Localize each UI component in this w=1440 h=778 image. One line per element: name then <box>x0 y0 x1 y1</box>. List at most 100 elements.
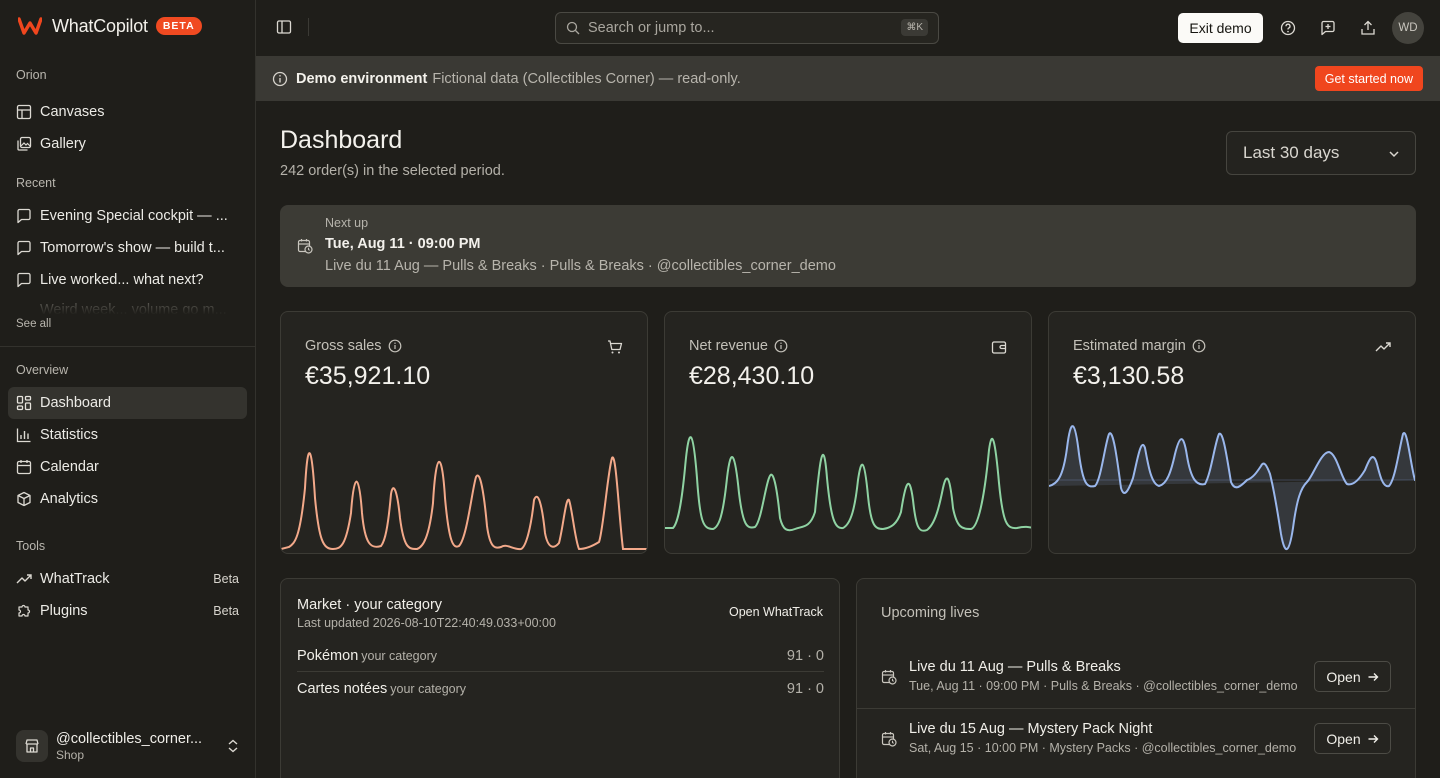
kpi-card-estimated-margin[interactable]: Estimated margin €3,130.58 <box>1048 311 1416 554</box>
account-role: Shop <box>56 747 85 762</box>
info-icon[interactable] <box>388 339 402 353</box>
kpi-label: Estimated margin <box>1073 338 1186 354</box>
feedback-icon[interactable] <box>1320 20 1336 36</box>
page-title: Dashboard <box>280 126 403 154</box>
recent-chat-item[interactable]: Evening Special cockpit — ... <box>8 200 247 232</box>
recent-chat-label: Weird week... volume go m... <box>40 302 227 316</box>
kpi-card-net-revenue[interactable]: Net revenue €28,430.10 <box>664 311 1032 554</box>
sidebar-item-label: Plugins <box>40 603 88 619</box>
sidebar: WhatCopilot BETA Orion Canvases Gallery … <box>0 0 256 778</box>
sidebar-item-label: Statistics <box>40 427 99 443</box>
banner-title: Demo environment <box>296 70 428 87</box>
sidebar-item-plugins[interactable]: Plugins Beta <box>8 595 247 627</box>
get-started-button[interactable]: Get started now <box>1314 66 1423 91</box>
sidebar-section-overview: Overview <box>16 363 69 377</box>
open-live-button[interactable]: Open <box>1314 661 1391 692</box>
recent-chat-label: Tomorrow's show — build t... <box>40 240 225 256</box>
market-row-name: Pokémon <box>297 648 359 664</box>
account-handle: @collectibles_corner... <box>56 730 203 747</box>
next-up-description: Live du 11 Aug — Pulls & Breaks · Pulls … <box>325 258 836 274</box>
sidebar-section-orion: Orion <box>16 68 47 82</box>
calendar-clock-icon <box>881 732 897 747</box>
user-avatar[interactable]: WD <box>1392 12 1424 44</box>
market-row-name: Cartes notées <box>297 681 388 697</box>
open-whattrack-link[interactable]: Open WhatTrack <box>729 605 823 619</box>
gallery-icon <box>17 136 32 151</box>
share-icon[interactable] <box>1360 20 1376 36</box>
banner-text: Fictional data (Collectibles Corner) — r… <box>432 70 741 87</box>
shop-avatar <box>16 730 48 762</box>
topbar-separator <box>308 18 309 36</box>
market-row-tag: your category <box>390 682 467 696</box>
page-subtitle: 242 order(s) in the selected period. <box>280 163 505 179</box>
sidebar-toggle-icon[interactable] <box>276 19 292 35</box>
chat-icon <box>17 208 31 224</box>
see-all-link[interactable]: See all <box>16 318 51 330</box>
kpi-value: €28,430.10 <box>689 362 815 390</box>
info-icon[interactable] <box>774 339 788 353</box>
next-up-card[interactable]: Next up Tue, Aug 11 · 09:00 PM Live du 1… <box>280 205 1416 287</box>
recent-chat-label: Live worked... what next? <box>40 272 204 288</box>
beta-label: Beta <box>213 572 239 586</box>
brand-name: WhatCopilot <box>52 15 148 36</box>
sidebar-item-label: Dashboard <box>40 395 111 411</box>
sidebar-item-analytics[interactable]: Analytics <box>8 483 247 515</box>
next-up-datetime: Tue, Aug 11 · 09:00 PM <box>325 236 481 252</box>
live-title: Live du 11 Aug — Pulls & Breaks <box>909 659 1121 675</box>
period-value: Last 30 days <box>1243 143 1340 162</box>
puzzle-icon <box>18 604 31 617</box>
sidebar-item-label: Calendar <box>40 459 99 475</box>
market-updated: Last updated 2026-08-10T22:40:49.033+00:… <box>297 616 556 630</box>
demo-banner: Demo environment Fictional data (Collect… <box>256 56 1440 101</box>
sidebar-item-label: WhatTrack <box>40 571 110 587</box>
search-shortcut: ⌘K <box>901 19 928 36</box>
kpi-label: Gross sales <box>305 338 382 354</box>
calendar-clock-icon <box>881 670 897 685</box>
account-switcher[interactable]: @collectibles_corner... Shop <box>16 729 246 763</box>
kpi-card-gross-sales[interactable]: Gross sales €35,921.10 <box>280 311 648 554</box>
arrow-right-icon <box>1368 734 1379 743</box>
info-icon <box>272 71 288 86</box>
beta-label: Beta <box>213 604 239 618</box>
sidebar-item-calendar[interactable]: Calendar <box>8 451 247 483</box>
search-icon <box>566 21 580 35</box>
logo-icon <box>18 17 42 35</box>
open-live-button[interactable]: Open <box>1314 723 1391 754</box>
sidebar-item-whattrack[interactable]: WhatTrack Beta <box>8 563 247 595</box>
next-up-label: Next up <box>325 216 369 230</box>
upcoming-title: Upcoming lives <box>881 605 980 621</box>
chat-icon <box>17 272 31 288</box>
table-icon <box>16 104 32 120</box>
help-icon[interactable] <box>1280 20 1296 36</box>
market-card: Market · your category Last updated 2026… <box>280 578 840 778</box>
market-row[interactable]: Pokémon your category 91 · 0 <box>297 640 824 672</box>
sidebar-item-statistics[interactable]: Statistics <box>8 419 247 451</box>
sidebar-item-gallery[interactable]: Gallery <box>8 128 247 160</box>
search-input[interactable]: Search or jump to... ⌘K <box>555 12 939 44</box>
brand[interactable]: WhatCopilot BETA <box>18 14 202 38</box>
calendar-clock-icon <box>297 239 313 254</box>
search-placeholder: Search or jump to... <box>588 20 715 36</box>
recent-chat-label: Evening Special cockpit — ... <box>40 208 228 224</box>
bar-chart-icon <box>16 428 31 443</box>
sidebar-item-label: Gallery <box>40 136 86 152</box>
recent-chat-item[interactable]: Live worked... what next? <box>8 264 247 296</box>
market-row[interactable]: Cartes notées your category 91 · 0 <box>297 673 824 705</box>
open-label: Open <box>1326 730 1361 747</box>
sidebar-item-dashboard[interactable]: Dashboard <box>8 387 247 419</box>
upcoming-lives-card: Upcoming lives Live du 11 Aug — Pulls & … <box>856 578 1416 778</box>
recent-chat-item-faded[interactable]: Weird week... volume go m... <box>8 300 247 316</box>
period-select[interactable]: Last 30 days <box>1226 131 1416 175</box>
recent-chat-item[interactable]: Tomorrow's show — build t... <box>8 232 247 264</box>
sidebar-item-label: Canvases <box>40 104 105 120</box>
live-subtitle: Tue, Aug 11 · 09:00 PM · Pulls & Breaks … <box>909 679 1298 693</box>
sidebar-item-canvases[interactable]: Canvases <box>8 96 247 128</box>
market-row-tag: your category <box>361 649 437 663</box>
info-icon[interactable] <box>1192 339 1206 353</box>
sidebar-section-tools: Tools <box>16 539 46 553</box>
sidebar-item-label: Analytics <box>40 491 99 507</box>
wallet-icon <box>991 341 1007 354</box>
exit-demo-button[interactable]: Exit demo <box>1178 13 1263 43</box>
chevron-down-icon <box>1389 151 1399 158</box>
dashboard-icon <box>16 395 32 411</box>
